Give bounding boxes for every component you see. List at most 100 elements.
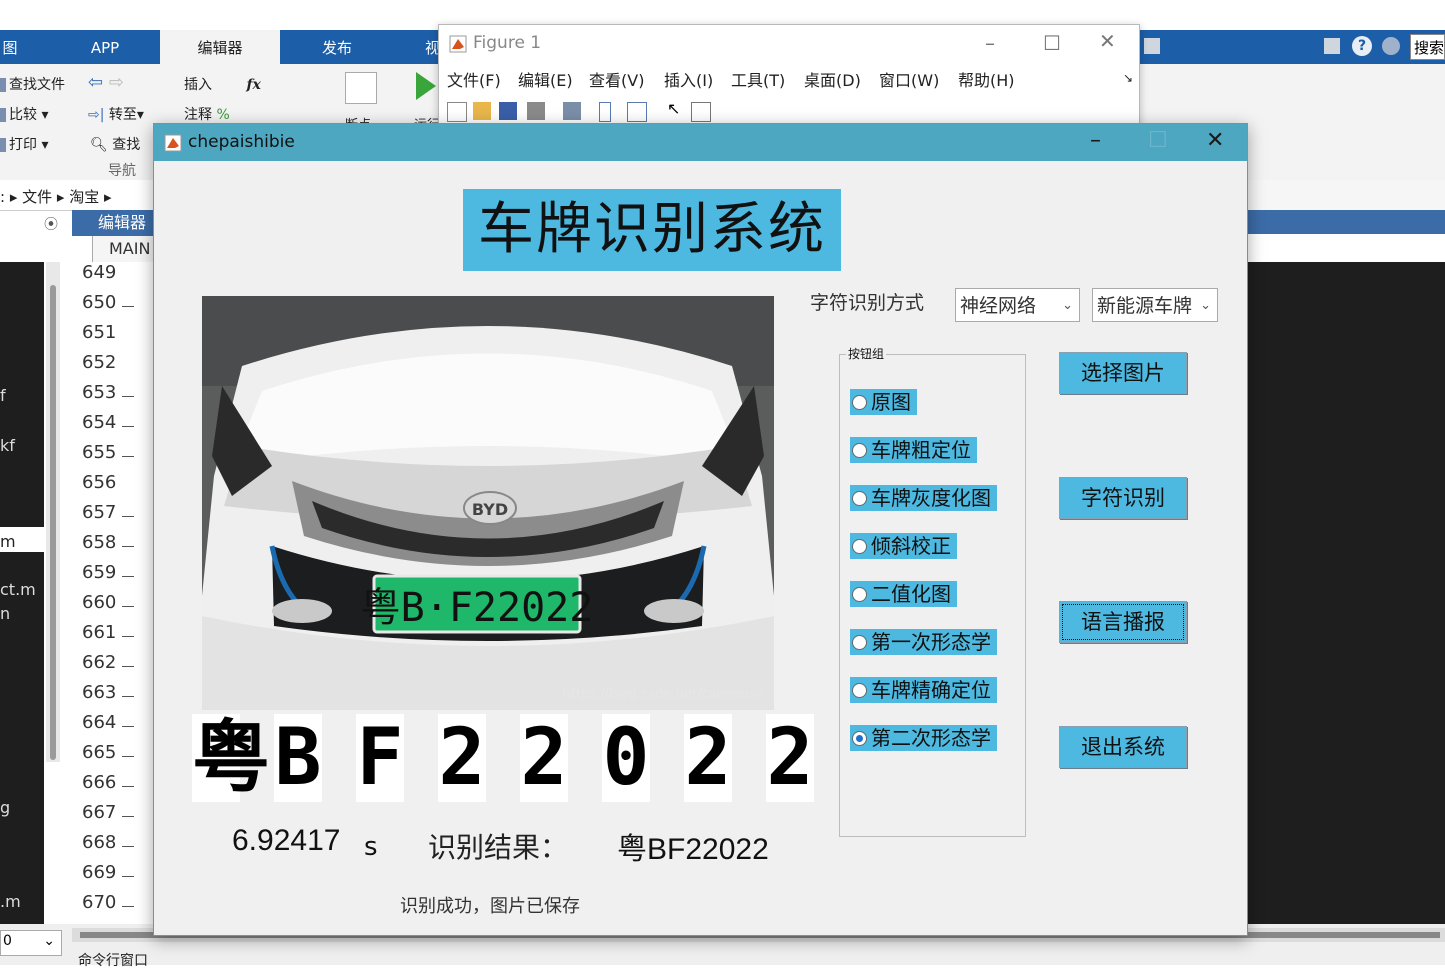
breakpoint-dash[interactable] — [122, 426, 134, 427]
main-file-tab[interactable]: MAIN — [92, 236, 162, 262]
radio-option[interactable]: 第一次形态学 — [850, 629, 997, 655]
menu-desktop[interactable]: 桌面(D) — [804, 67, 861, 91]
radio-option[interactable]: 车牌灰度化图 — [850, 485, 997, 511]
file-fragment[interactable]: ct.m — [0, 580, 36, 599]
property-editor-icon[interactable] — [691, 102, 711, 122]
close-icon[interactable]: ✕ — [1206, 128, 1224, 153]
breakpoint-dash[interactable] — [122, 876, 134, 877]
minimize-icon[interactable]: – — [1090, 128, 1101, 153]
menu-help[interactable]: 帮助(H) — [958, 67, 1015, 91]
menu-tools[interactable]: 工具(T) — [731, 67, 785, 91]
insert-button[interactable]: 插入 fx — [184, 74, 261, 94]
menu-file[interactable]: 文件(F) — [447, 67, 501, 91]
comment-button[interactable]: 注释 % — [184, 104, 230, 124]
print-icon[interactable] — [527, 102, 545, 120]
tab-app[interactable]: APP — [60, 30, 150, 64]
file-fragment[interactable]: n — [0, 604, 10, 623]
radio-option[interactable]: 二值化图 — [850, 581, 957, 607]
goto-button[interactable]: ⇨| 转至▾ — [88, 104, 144, 124]
find-button[interactable]: 🔍︎ 查找 — [90, 134, 140, 154]
file-fragment[interactable]: m — [0, 532, 16, 551]
menu-insert[interactable]: 插入(I) — [664, 67, 713, 91]
image-watermark: https://blog.csdn.net/caimouse — [562, 687, 764, 702]
breakpoint-dash[interactable] — [122, 666, 134, 667]
radio-option[interactable]: 车牌精确定位 — [850, 677, 997, 703]
help-icon[interactable]: ? — [1352, 36, 1372, 56]
select-image-button[interactable]: 选择图片 — [1059, 352, 1187, 394]
back-arrow-icon[interactable]: ⇦ ⇨ — [88, 72, 124, 93]
legend-icon[interactable] — [627, 102, 647, 122]
editor-panel-tab[interactable]: 编辑器 — [72, 210, 162, 236]
minimize-icon[interactable]: – — [985, 31, 995, 55]
save-icon[interactable] — [499, 102, 517, 120]
layout-icon[interactable] — [1324, 38, 1340, 54]
run-icon[interactable] — [416, 72, 436, 100]
tab-publish[interactable]: 发布 — [282, 30, 392, 64]
breakpoint-dash[interactable] — [122, 306, 134, 307]
file-fragment[interactable]: f — [0, 386, 6, 405]
maximize-icon[interactable]: ☐ — [1148, 128, 1168, 153]
menu-view[interactable]: 查看(V) — [589, 67, 644, 91]
code-area[interactable] — [1246, 262, 1445, 924]
segmented-characters: 粤 B F 2 2 0 2 2 — [192, 714, 814, 804]
search-input[interactable]: 搜索 — [1410, 34, 1445, 60]
file-fragment[interactable]: kf — [0, 436, 15, 455]
breakpoint-icon[interactable] — [345, 72, 377, 104]
plate-type-dropdown[interactable]: 新能源车牌 ⌄ — [1092, 288, 1218, 322]
menu-window[interactable]: 窗口(W) — [879, 67, 939, 91]
breadcrumb-folder-files[interactable]: 文件 — [22, 188, 52, 206]
radio-option[interactable]: 原图 — [850, 389, 917, 415]
method-dropdown[interactable]: 神经网络 ⌄ — [955, 288, 1080, 322]
left-panel-dropdown[interactable]: 0 ⌄ — [0, 930, 62, 956]
link-plot-icon[interactable] — [563, 102, 581, 120]
print-button[interactable]: 打印 ▾ — [0, 134, 48, 154]
breakpoint-dash[interactable] — [122, 726, 134, 727]
breakpoint-dash[interactable] — [122, 906, 134, 907]
new-figure-icon[interactable] — [447, 102, 467, 122]
options-icon[interactable] — [1382, 37, 1400, 55]
pointer-icon[interactable]: ↖ — [667, 99, 685, 118]
breakpoint-dash[interactable] — [122, 636, 134, 637]
breadcrumb-folder-taobao[interactable]: 淘宝 — [69, 188, 99, 206]
voice-broadcast-button[interactable]: 语言播报 — [1059, 601, 1187, 643]
tab-editor[interactable]: 编辑器 — [160, 30, 280, 64]
radio-option[interactable]: 第二次形态学 — [850, 725, 997, 751]
line-number: 667 — [82, 802, 117, 823]
breakpoint-dash[interactable] — [122, 846, 134, 847]
colorbar-icon[interactable] — [599, 102, 611, 122]
maximize-icon[interactable]: ☐ — [1043, 31, 1061, 55]
breakpoint-dash[interactable] — [122, 456, 134, 457]
breakpoint-dash[interactable] — [122, 396, 134, 397]
file-fragment[interactable]: g — [0, 798, 10, 817]
tab-view[interactable]: 视 — [425, 30, 439, 64]
save-icon[interactable] — [1144, 38, 1160, 54]
file-fragment[interactable]: .m — [0, 892, 21, 911]
fx-icon[interactable]: fx — [246, 77, 260, 93]
result-value: 粤BF22022 — [617, 833, 769, 866]
brand-logo-text: BYD — [472, 500, 508, 519]
tab-plots[interactable]: 图 — [0, 30, 20, 64]
find-files-button[interactable]: 查找文件 — [0, 74, 65, 94]
radio-circle-icon — [852, 539, 867, 554]
menubar-overflow-icon[interactable]: ↘ — [1123, 71, 1133, 85]
close-icon[interactable]: ✕ — [1099, 29, 1116, 53]
breakpoint-dash[interactable] — [122, 816, 134, 817]
panel-options-icon[interactable]: ⦿ — [44, 214, 58, 234]
breakpoint-dash[interactable] — [122, 546, 134, 547]
compare-button[interactable]: 比较 ▾ — [0, 104, 48, 124]
breakpoint-dash[interactable] — [122, 516, 134, 517]
menu-edit[interactable]: 编辑(E) — [518, 67, 573, 91]
radio-option[interactable]: 车牌粗定位 — [850, 437, 977, 463]
left-scrollbar-thumb[interactable] — [50, 285, 56, 760]
forward-arrow-icon[interactable]: ⇨ — [109, 72, 124, 93]
breakpoint-dash[interactable] — [122, 786, 134, 787]
exit-button[interactable]: 退出系统 — [1059, 726, 1187, 768]
radio-option[interactable]: 倾斜校正 — [850, 533, 957, 559]
breakpoint-dash[interactable] — [122, 606, 134, 607]
breakpoint-dash[interactable] — [122, 696, 134, 697]
char-recognition-button[interactable]: 字符识别 — [1059, 477, 1187, 519]
open-icon[interactable] — [473, 102, 491, 120]
breakpoint-dash[interactable] — [122, 576, 134, 577]
percent-icon: % — [216, 107, 230, 123]
breakpoint-dash[interactable] — [122, 756, 134, 757]
